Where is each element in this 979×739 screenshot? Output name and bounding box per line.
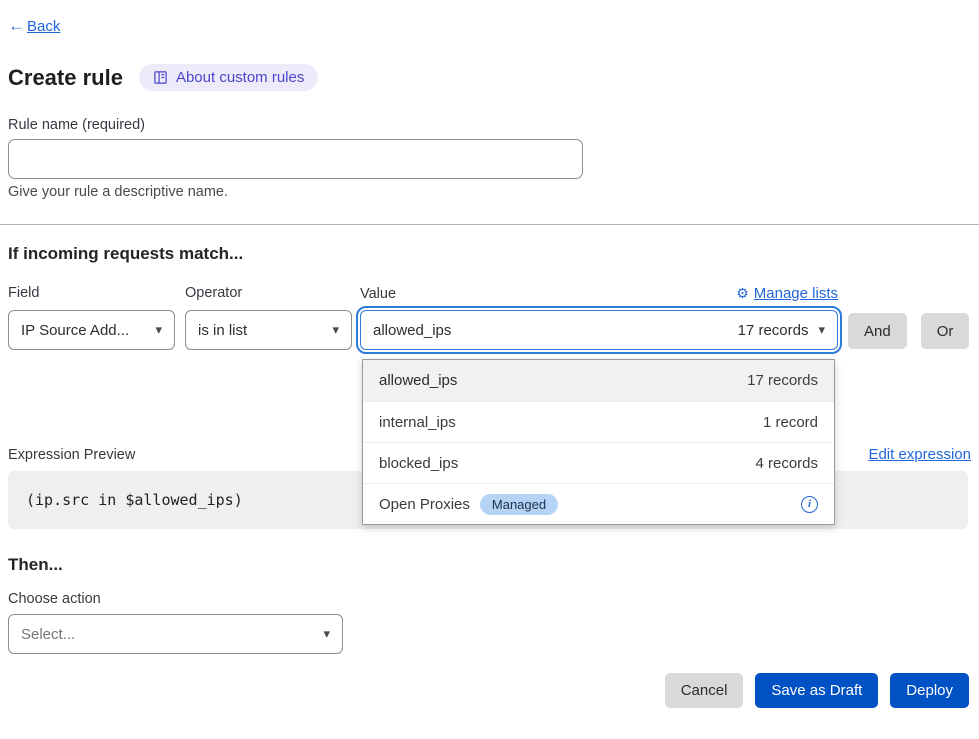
save-as-draft-button[interactable]: Save as Draft xyxy=(755,673,878,708)
expression-code: (ip.src in $allowed_ips) xyxy=(26,491,243,509)
value-select[interactable]: allowed_ips 17 records ▾ xyxy=(360,310,838,350)
list-name: allowed_ips xyxy=(379,372,457,389)
field-label: Field xyxy=(8,285,175,303)
page-title: Create rule xyxy=(8,65,123,91)
or-button[interactable]: Or xyxy=(921,313,970,349)
action-select[interactable]: Select... ▾ xyxy=(8,614,343,654)
managed-badge: Managed xyxy=(480,494,558,515)
expression-preview-label: Expression Preview xyxy=(8,447,135,463)
value-select-value: allowed_ips xyxy=(373,322,451,339)
dropdown-item-allowed-ips[interactable]: allowed_ips 17 records xyxy=(363,360,834,401)
cancel-button[interactable]: Cancel xyxy=(665,673,744,708)
back-link[interactable]: ←Back xyxy=(8,18,60,35)
field-select[interactable]: IP Source Add... ▾ xyxy=(8,310,175,350)
info-icon[interactable]: i xyxy=(801,496,818,513)
operator-select[interactable]: is in list ▾ xyxy=(185,310,352,350)
chevron-down-icon: ▾ xyxy=(818,322,825,338)
gear-icon: ⚙ xyxy=(736,285,749,302)
back-arrow-icon: ← xyxy=(8,16,25,35)
chevron-down-icon: ▾ xyxy=(155,322,162,338)
edit-expression-link[interactable]: Edit expression xyxy=(868,446,971,463)
dropdown-item-blocked-ips[interactable]: blocked_ips 4 records xyxy=(363,442,834,483)
list-records: 17 records xyxy=(747,372,818,389)
about-badge-label: About custom rules xyxy=(176,69,304,86)
section-divider xyxy=(0,224,979,225)
dropdown-item-open-proxies[interactable]: Open Proxies Managed i xyxy=(363,483,834,524)
rule-name-input[interactable] xyxy=(8,139,583,179)
footer-actions: Cancel Save as Draft Deploy xyxy=(8,673,971,708)
match-section-heading: If incoming requests match... xyxy=(8,244,971,264)
deploy-button[interactable]: Deploy xyxy=(890,673,969,708)
rule-name-label: Rule name (required) xyxy=(8,117,971,133)
value-select-wrap: allowed_ips 17 records ▾ allowed_ips 17 … xyxy=(360,303,838,350)
condition-row: Field IP Source Add... ▾ Operator is in … xyxy=(8,285,971,350)
chevron-down-icon: ▾ xyxy=(332,322,339,338)
about-custom-rules-link[interactable]: About custom rules xyxy=(139,64,318,91)
manage-lists-label: Manage lists xyxy=(754,285,838,302)
title-row: Create rule About custom rules xyxy=(8,64,971,91)
andor-buttons: And Or xyxy=(848,285,969,349)
field-select-value: IP Source Add... xyxy=(21,322,129,339)
value-label: Value xyxy=(360,286,396,304)
operator-label: Operator xyxy=(185,285,352,303)
dropdown-item-internal-ips[interactable]: internal_ips 1 record xyxy=(363,401,834,442)
rule-name-helper: Give your rule a descriptive name. xyxy=(8,184,971,200)
manage-lists-link[interactable]: ⚙ Manage lists xyxy=(736,285,838,302)
list-records: 4 records xyxy=(755,455,818,472)
operator-select-value: is in list xyxy=(198,322,247,339)
book-icon xyxy=(153,70,168,85)
value-dropdown-panel: allowed_ips 17 records internal_ips 1 re… xyxy=(362,359,835,525)
chevron-down-icon: ▾ xyxy=(323,626,330,642)
value-select-records: 17 records xyxy=(738,322,809,339)
list-name: Open Proxies xyxy=(379,496,470,513)
edit-expression-label: Edit expression xyxy=(868,446,971,463)
back-row: ←Back xyxy=(8,16,971,36)
and-button[interactable]: And xyxy=(848,313,907,349)
back-link-label: Back xyxy=(27,18,60,35)
list-records: 1 record xyxy=(763,414,818,431)
list-name: blocked_ips xyxy=(379,455,458,472)
list-name: internal_ips xyxy=(379,414,456,431)
then-section-heading: Then... xyxy=(8,555,971,575)
choose-action-label: Choose action xyxy=(8,591,971,607)
action-select-placeholder: Select... xyxy=(21,626,75,643)
create-rule-page: ←Back Create rule About custom rules Rul… xyxy=(0,0,979,708)
